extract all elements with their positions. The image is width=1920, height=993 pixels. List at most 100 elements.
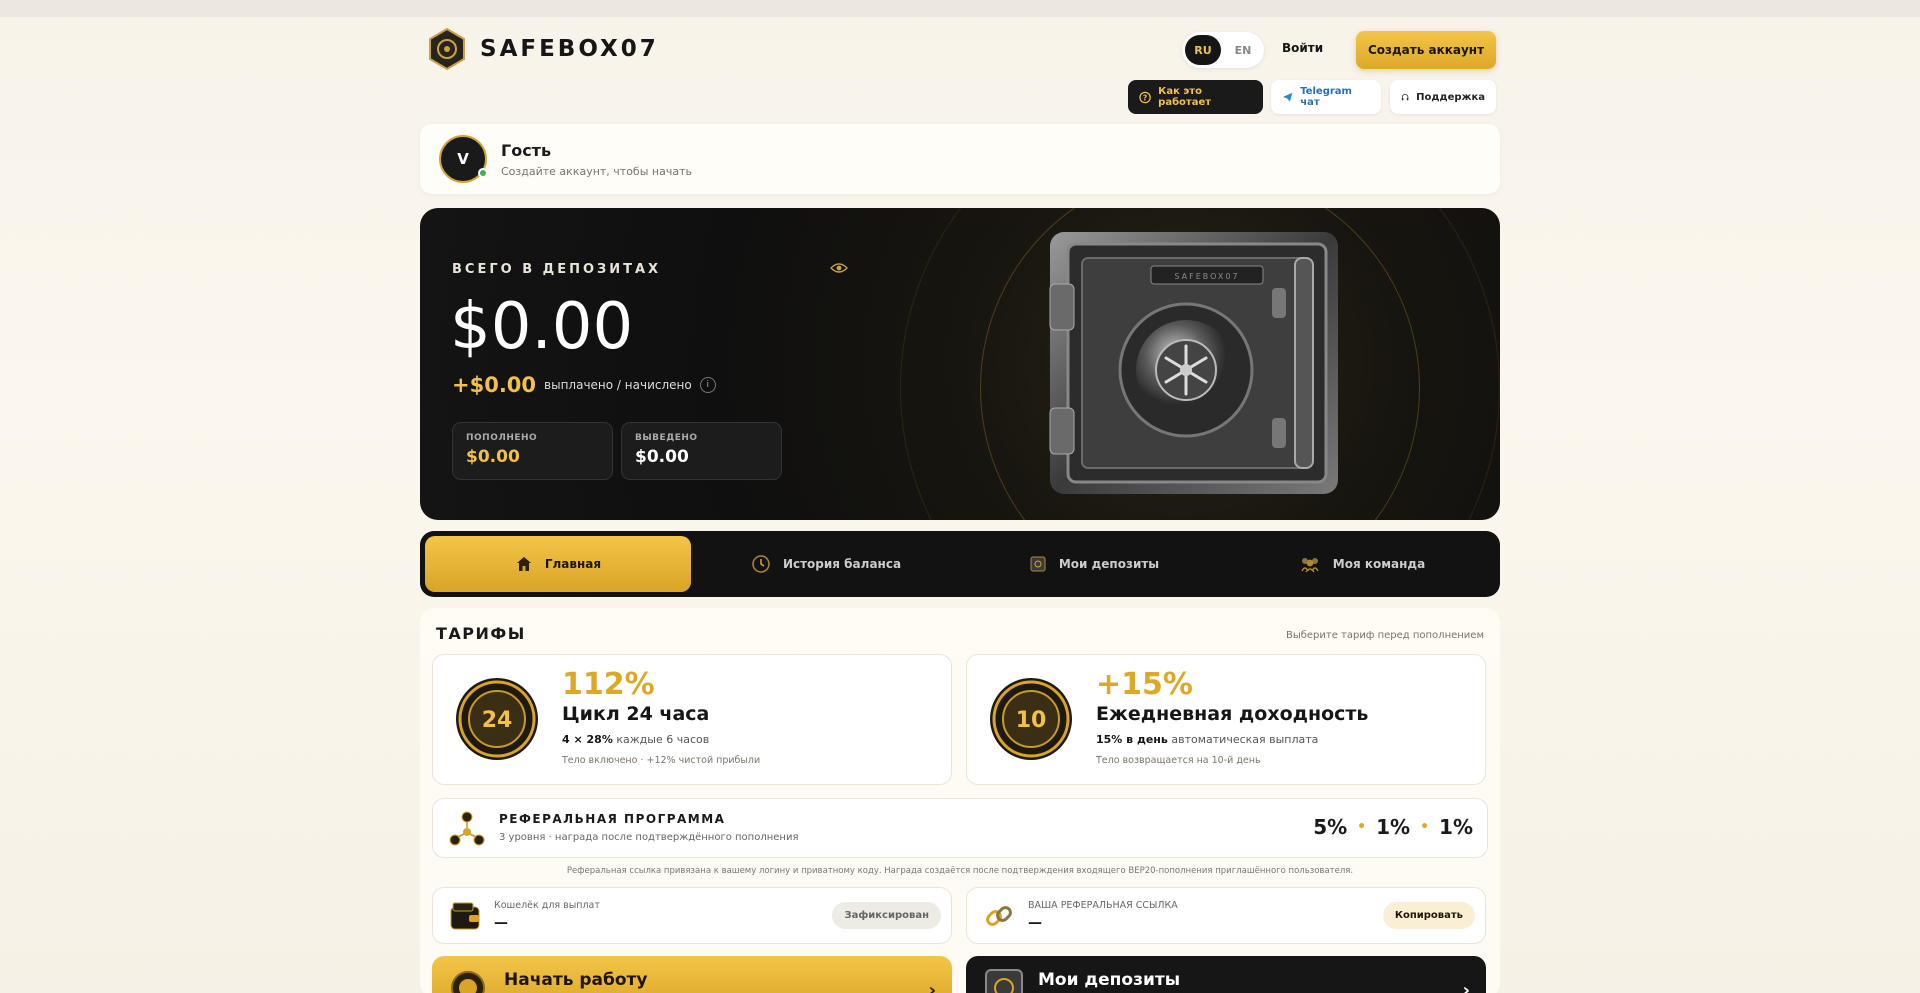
- tab-balance-history-label: История баланса: [782, 557, 902, 571]
- safe-plate: SAFEBOX07: [1174, 272, 1239, 281]
- language-switcher[interactable]: RU EN: [1182, 32, 1264, 68]
- eye-icon[interactable]: [830, 262, 848, 274]
- tariff-24h-footnote: Тело включено · +12% чистой прибыли: [562, 755, 761, 766]
- tariff-24h-name: Цикл 24 часа: [562, 703, 710, 725]
- tab-balance-history[interactable]: История баланса: [693, 536, 959, 592]
- coin-10-icon: 10: [990, 678, 1072, 760]
- tab-my-deposits[interactable]: Мои депозиты: [961, 536, 1227, 592]
- user-subtitle: Создайте аккаунт, чтобы начать: [501, 165, 692, 178]
- coin-24-icon: 24: [456, 678, 538, 760]
- referral-program-card: РЕФЕРАЛЬНАЯ ПРОГРАММА 3 уровня · награда…: [432, 798, 1488, 858]
- tariff-24h-line-text: каждые 6 часов: [616, 733, 710, 746]
- signup-button[interactable]: Создать аккаунт: [1356, 31, 1496, 69]
- user-card: V Гость Создайте аккаунт, чтобы начать: [420, 124, 1500, 194]
- safe-icon: [1030, 556, 1046, 572]
- chain-link-icon: [986, 906, 1012, 926]
- stat-deposited: ПОПОЛНЕНО $0.00: [452, 422, 613, 480]
- referral-link-card: ВАША РЕФЕРАЛЬНАЯ ССЫЛКА — Копировать: [966, 887, 1486, 944]
- reflink-value: —: [1028, 915, 1042, 931]
- question-icon: ?: [1139, 91, 1151, 103]
- tariff-24h-line: 4 × 28% каждые 6 часов: [562, 733, 709, 746]
- stat-withdrawn-label: ВЫВЕДЕНО: [635, 433, 698, 443]
- safe-illustration: SAFEBOX07: [1049, 232, 1338, 494]
- tab-my-team-label: Моя команда: [1332, 557, 1426, 571]
- referral-level-2: 1%: [1376, 815, 1411, 839]
- tariffs-hint: Выберите тариф перед пополнением: [1285, 630, 1484, 641]
- telegram-chat-button[interactable]: Telegram чат: [1271, 80, 1381, 114]
- telegram-label: Telegram чат: [1300, 86, 1352, 108]
- user-name: Гость: [501, 141, 552, 160]
- svg-text:?: ?: [1143, 93, 1147, 102]
- how-it-works-label: Как это работает: [1158, 86, 1212, 108]
- balance-hero: ВСЕГО В ДЕПОЗИТАХ $0.00 +$0.00 выплачено…: [420, 208, 1500, 520]
- how-it-works-button[interactable]: ? Как это работает: [1128, 80, 1263, 114]
- tariff-card-24h[interactable]: 24 112% Цикл 24 часа 4 × 28% каждые 6 ча…: [432, 654, 952, 785]
- tab-home-label: Главная: [544, 557, 602, 571]
- referral-subtitle: 3 уровня · награда после подтверждённого…: [499, 832, 799, 843]
- team-icon: [1301, 558, 1319, 573]
- separator-dot: •: [1420, 819, 1430, 835]
- start-work-button[interactable]: Начать работу ›: [432, 956, 952, 993]
- top-strip: [0, 0, 1920, 17]
- tariff-daily-line-bold: 15% в день: [1096, 733, 1168, 746]
- tab-my-deposits-label: Мои депозиты: [1058, 557, 1160, 571]
- info-icon[interactable]: i: [699, 377, 716, 393]
- lang-en[interactable]: EN: [1225, 35, 1261, 65]
- payout-wallet-card: Кошелёк для выплат — Зафиксирован: [432, 887, 952, 944]
- tab-my-team[interactable]: Моя команда: [1229, 536, 1495, 592]
- tariff-daily-percent: +15%: [1096, 667, 1193, 702]
- my-deposits-label: Мои депозиты: [1038, 970, 1181, 990]
- stat-deposited-value: $0.00: [466, 447, 520, 467]
- paid-row: +$0.00 выплачено / начислено i: [452, 373, 716, 397]
- referral-level-1: 5%: [1313, 815, 1348, 839]
- login-link[interactable]: Войти: [1282, 41, 1323, 55]
- referral-title: РЕФЕРАЛЬНАЯ ПРОГРАММА: [499, 812, 726, 826]
- paid-amount: +$0.00: [452, 373, 537, 397]
- tariff-daily-footnote: Тело возвращается на 10-й день: [1096, 755, 1261, 766]
- main-tabs: Главная История баланса Мои депозиты Моя…: [420, 531, 1500, 597]
- coin-10-text: 10: [1016, 708, 1047, 733]
- stat-deposited-label: ПОПОЛНЕНО: [466, 433, 538, 443]
- paid-label: выплачено / начислено: [544, 378, 692, 392]
- chevron-right-icon: ›: [928, 980, 936, 993]
- tariff-daily-line-text: автоматическая выплата: [1171, 733, 1319, 746]
- referral-level-3: 1%: [1439, 815, 1473, 839]
- referral-note: Реферальная ссылка привязана к вашему ло…: [566, 866, 1354, 876]
- tariff-card-daily[interactable]: 10 +15% Ежедневная доходность 15% в день…: [966, 654, 1486, 785]
- headset-icon: [1401, 93, 1409, 100]
- wallet-value: —: [494, 915, 508, 931]
- my-deposits-button[interactable]: Мои депозиты ›: [966, 956, 1486, 993]
- safe-box-icon: [985, 969, 1023, 993]
- tariff-24h-percent: 112%: [562, 667, 655, 702]
- wallet-icon: [450, 902, 480, 930]
- wallet-fixed-badge: Зафиксирован: [832, 902, 941, 929]
- telegram-icon: [1282, 92, 1293, 102]
- lang-ru[interactable]: RU: [1185, 35, 1221, 65]
- history-icon: [752, 555, 770, 573]
- tariff-daily-name: Ежедневная доходность: [1096, 703, 1369, 725]
- tab-home[interactable]: Главная: [425, 536, 691, 592]
- brand-logo[interactable]: SAFEBOX07: [428, 28, 659, 70]
- support-button[interactable]: Поддержка: [1390, 80, 1496, 114]
- coins-icon: [451, 971, 485, 993]
- home-icon: [516, 557, 531, 571]
- chevron-right-icon: ›: [1462, 980, 1470, 993]
- coin-24-text: 24: [482, 708, 513, 733]
- support-label: Поддержка: [1416, 91, 1485, 103]
- referral-levels: 5% • 1% • 1%: [1313, 815, 1473, 839]
- brand-name: SAFEBOX07: [480, 36, 659, 62]
- wallet-label: Кошелёк для выплат: [494, 900, 600, 911]
- tariffs-panel: ТАРИФЫ Выберите тариф перед пополнением …: [420, 608, 1500, 993]
- separator-dot: •: [1357, 819, 1367, 835]
- start-work-label: Начать работу: [504, 970, 648, 990]
- total-deposits-amount: $0.00: [450, 290, 634, 364]
- reflink-label: ВАША РЕФЕРАЛЬНАЯ ССЫЛКА: [1028, 900, 1178, 911]
- total-deposits-label: ВСЕГО В ДЕПОЗИТАХ: [452, 262, 662, 277]
- copy-reflink-button[interactable]: Копировать: [1382, 902, 1475, 929]
- tariffs-title: ТАРИФЫ: [436, 624, 526, 643]
- tariff-24h-line-bold: 4 × 28%: [562, 733, 613, 746]
- tariff-daily-line: 15% в день автоматическая выплата: [1096, 733, 1318, 746]
- safe-logo-icon: [429, 28, 465, 70]
- stat-withdrawn-value: $0.00: [635, 447, 689, 467]
- stat-withdrawn: ВЫВЕДЕНО $0.00: [621, 422, 782, 480]
